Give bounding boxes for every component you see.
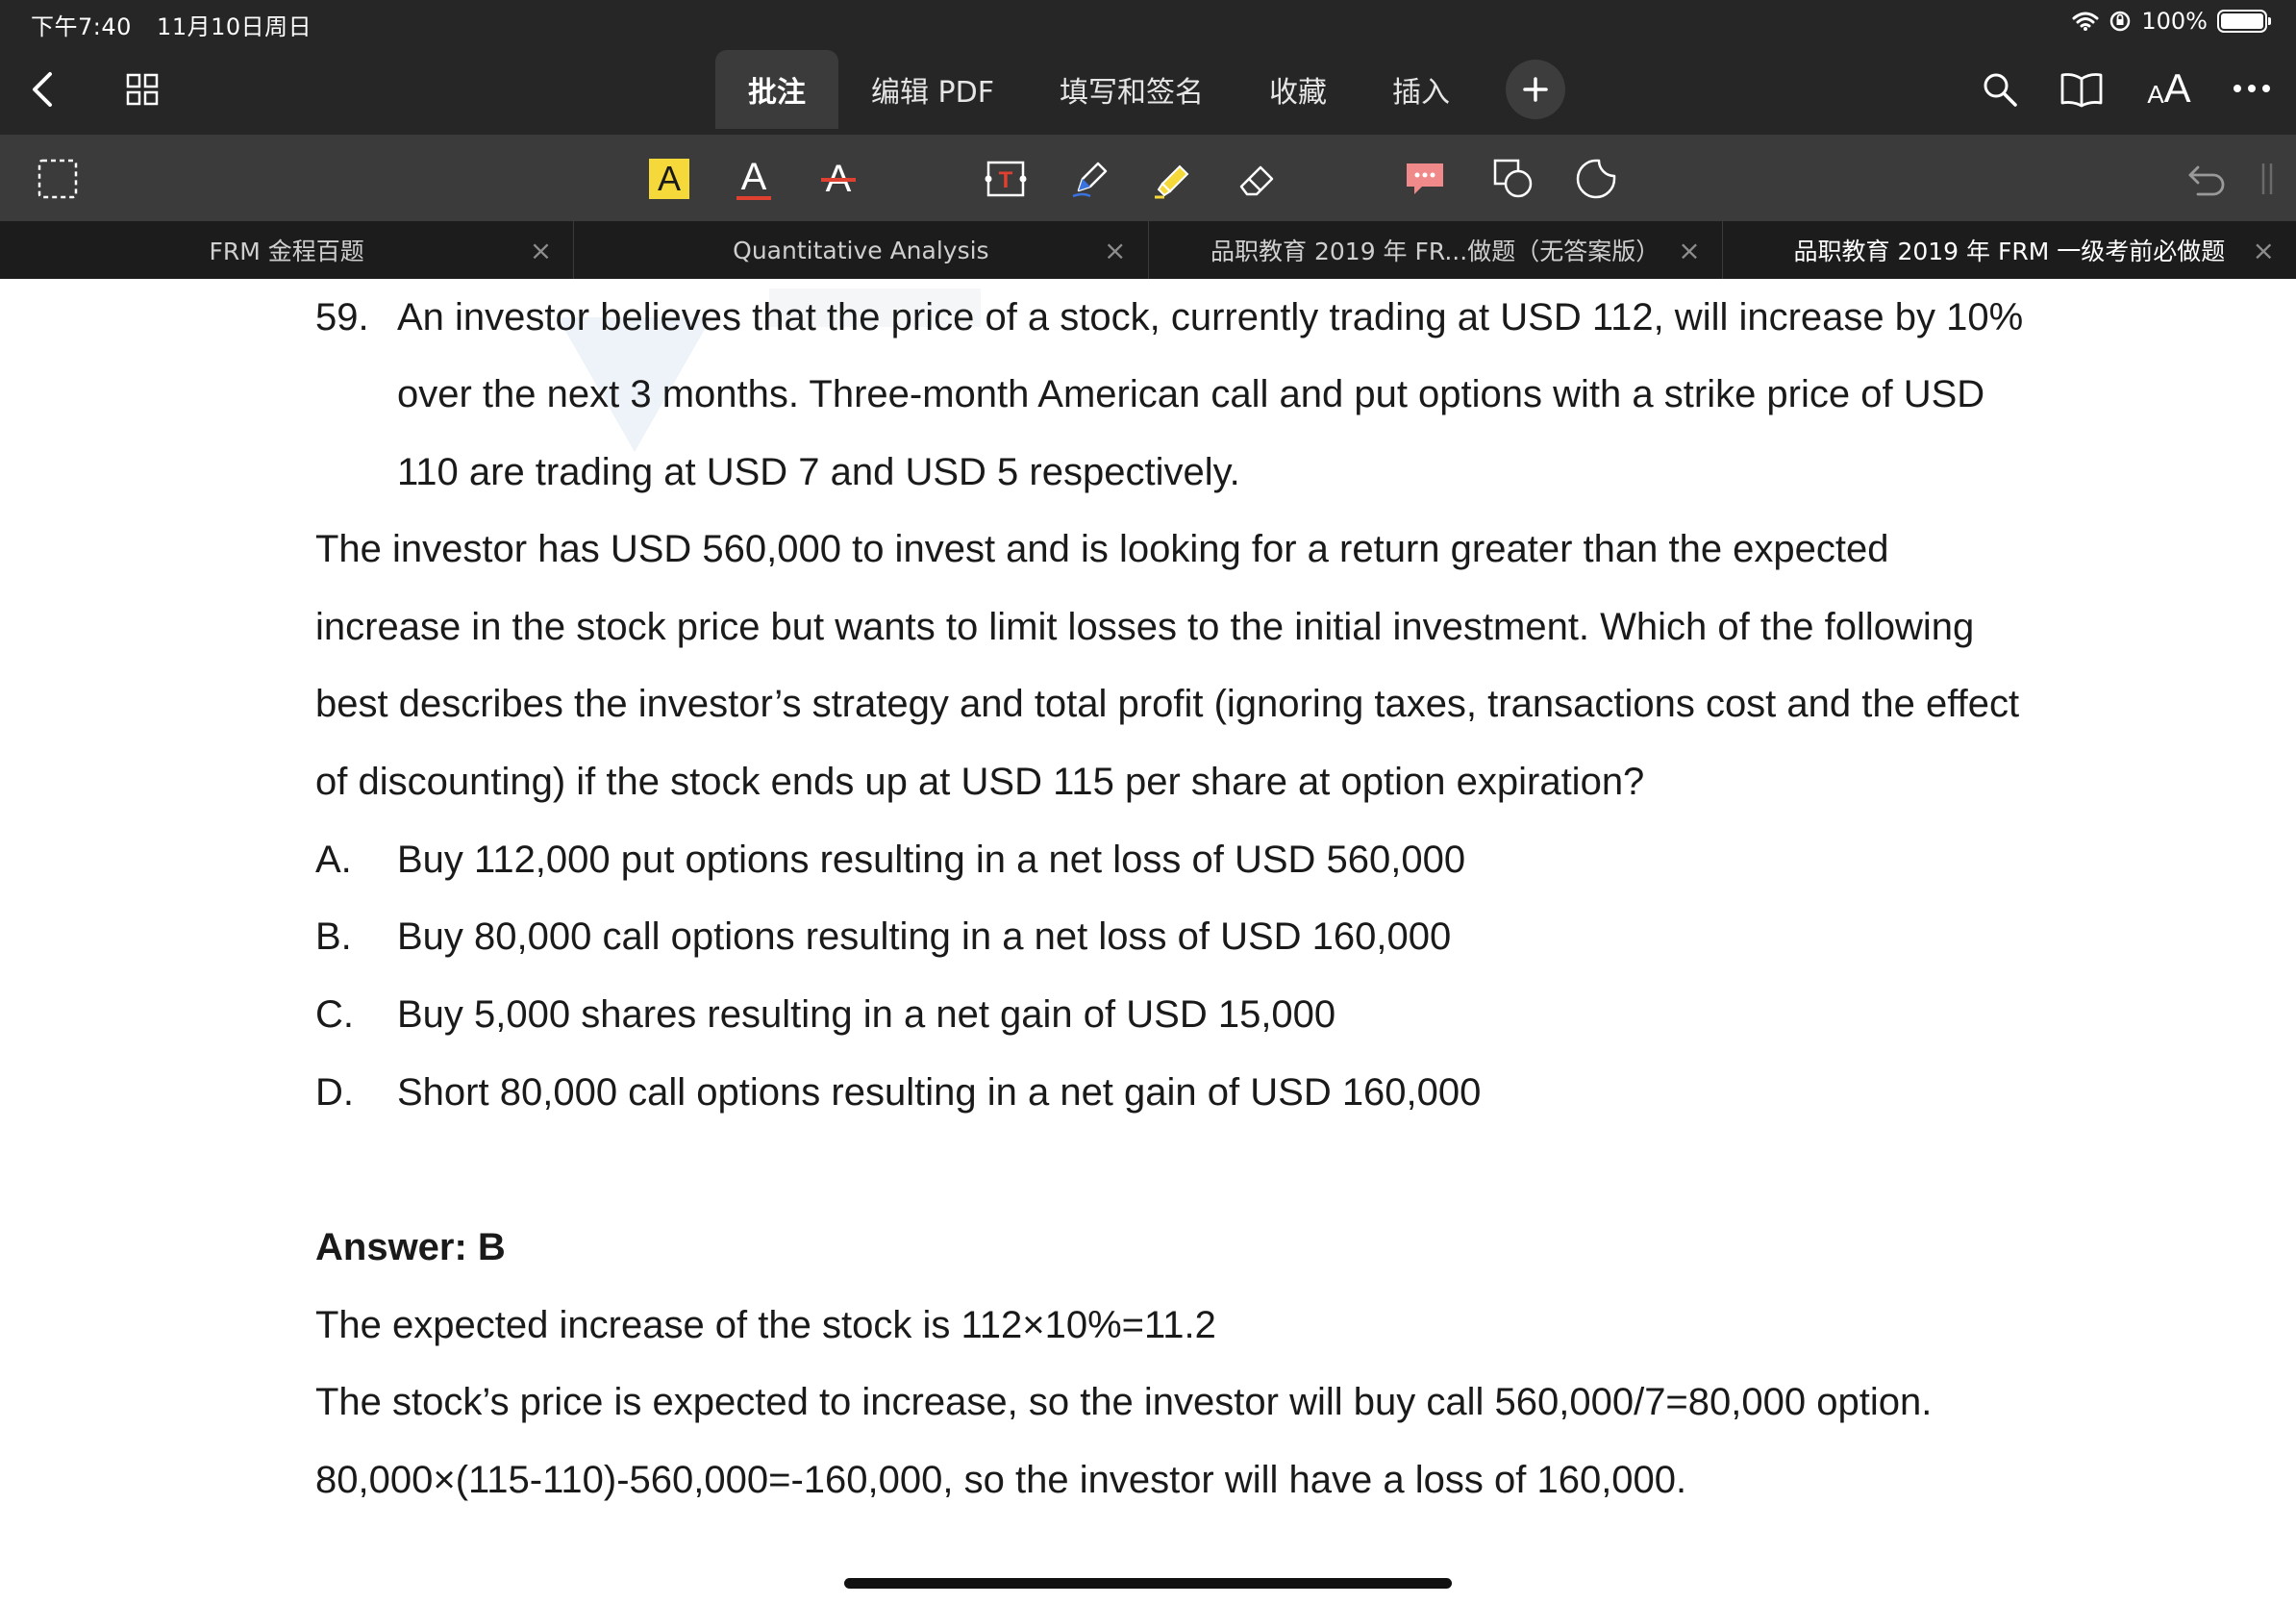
question-stem-line: An investor believes that the price of a…	[397, 296, 2024, 338]
answer-explanation-line: The expected increase of the stock is 11…	[315, 1304, 1216, 1346]
orientation-lock-icon	[2110, 11, 2131, 32]
document-tab-label: Quantitative Analysis	[733, 236, 989, 264]
highlighter-icon	[1155, 164, 1189, 199]
question-number: 59.	[315, 296, 369, 338]
close-icon[interactable]: ×	[2253, 235, 2275, 266]
highlight-icon: A	[649, 159, 689, 199]
more-icon[interactable]	[2229, 67, 2275, 110]
close-icon[interactable]: ×	[1104, 235, 1126, 266]
document-tab[interactable]: 品职教育 2019 年 FR...做题（无答案版） ×	[1149, 221, 1723, 279]
pen-icon	[1072, 162, 1108, 198]
tab-annotate[interactable]: 批注	[715, 50, 838, 129]
option-letter: D.	[315, 1071, 354, 1114]
option-letter: B.	[315, 915, 352, 958]
status-bar: 下午7:40 11月10日周日 100%	[0, 0, 2296, 44]
question-body-line: best describes the investor’s strategy a…	[315, 683, 2020, 725]
text-size-button[interactable]: AA	[2140, 60, 2198, 117]
plus-icon	[1523, 77, 1548, 102]
annotation-toolbar: A A A T	[0, 135, 2296, 221]
answer-explanation-line: The stock’s price is expected to increas…	[315, 1381, 1933, 1423]
question-stem-line: 110 are trading at USD 7 and USD 5 respe…	[397, 451, 1240, 493]
comment-tool[interactable]	[1398, 152, 1452, 206]
pdf-page[interactable]: 59. An investor believes that the price …	[0, 279, 2296, 1604]
thumbnails-grid-icon[interactable]	[121, 65, 163, 113]
status-time: 下午7:40	[31, 13, 132, 40]
home-indicator[interactable]	[844, 1578, 1452, 1589]
status-right: 100%	[2072, 8, 2271, 35]
option-text: Short 80,000 call options resulting in a…	[397, 1071, 1482, 1114]
selection-tool-icon[interactable]	[31, 152, 85, 206]
option-letter: A.	[315, 839, 352, 881]
highlighter-tool[interactable]	[1146, 152, 1200, 206]
status-date: 11月10日周日	[157, 13, 312, 40]
shape-tool[interactable]	[1486, 152, 1540, 206]
answer-label: Answer: B	[315, 1226, 506, 1268]
tab-favorites[interactable]: 收藏	[1236, 50, 1360, 129]
option-text: Buy 112,000 put options resulting in a n…	[397, 839, 1466, 881]
svg-text:T: T	[999, 167, 1013, 193]
document-tab-label: 品职教育 2019 年 FR...做题（无答案版）	[1210, 238, 1660, 265]
document-tab[interactable]: Quantitative Analysis ×	[574, 221, 1149, 279]
document-tab-active[interactable]: 品职教育 2019 年 FRM 一级考前必做题 ×	[1723, 221, 2296, 279]
sticker-icon	[1576, 159, 1616, 199]
comment-icon	[1407, 163, 1443, 194]
undo-icon[interactable]	[2181, 152, 2234, 206]
option-letter: C.	[315, 993, 354, 1036]
underline-icon: A	[740, 156, 767, 198]
question-stem-line: over the next 3 months. Three-month Amer…	[397, 373, 1985, 415]
mode-tabs: 批注 编辑 PDF 填写和签名 收藏 插入	[715, 50, 1483, 129]
close-icon[interactable]: ×	[530, 235, 552, 266]
search-icon[interactable]	[1975, 63, 2025, 115]
option-text: Buy 80,000 call options resulting in a n…	[397, 915, 1452, 958]
back-icon[interactable]	[23, 63, 62, 115]
question-body-line: increase in the stock price but wants to…	[315, 606, 1975, 648]
top-nav-bar: 批注 编辑 PDF 填写和签名 收藏 插入 AA	[0, 44, 2296, 135]
close-icon[interactable]: ×	[1678, 235, 1700, 266]
document-tab[interactable]: FRM 金程百题 ×	[0, 221, 575, 279]
option-text: Buy 5,000 shares resulting in a net gain…	[397, 993, 1336, 1036]
tab-insert[interactable]: 插入	[1360, 50, 1483, 129]
question-body-line: The investor has USD 560,000 to invest a…	[315, 528, 1889, 570]
document-tab-label: 品职教育 2019 年 FRM 一级考前必做题	[1793, 238, 2226, 265]
sticker-tool[interactable]	[1569, 152, 1623, 206]
shapes-icon	[1493, 159, 1533, 198]
wifi-icon	[2072, 12, 2099, 31]
textbox-tool[interactable]: T	[979, 152, 1033, 206]
document-tab-label: FRM 金程百题	[209, 238, 364, 265]
answer-explanation-line: 80,000×(115-110)-560,000=-160,000, so th…	[315, 1459, 1687, 1501]
pen-tool[interactable]	[1063, 152, 1117, 206]
strikethrough-text-tool[interactable]: A	[811, 152, 865, 206]
text-size-icon: A	[2147, 79, 2164, 109]
document-tabs: FRM 金程百题 × Quantitative Analysis × 品职教育 …	[0, 221, 2296, 279]
highlight-text-tool[interactable]: A	[642, 152, 696, 206]
battery-icon	[2217, 10, 2271, 33]
tab-fill-sign[interactable]: 填写和签名	[1027, 50, 1236, 129]
book-view-icon[interactable]	[2056, 63, 2108, 115]
status-left: 下午7:40 11月10日周日	[31, 8, 329, 41]
toolbar-handle-icon[interactable]	[2250, 152, 2284, 206]
add-button[interactable]	[1506, 60, 1565, 119]
eraser-tool[interactable]	[1231, 152, 1285, 206]
eraser-icon	[1239, 165, 1274, 196]
tab-edit-pdf[interactable]: 编辑 PDF	[838, 50, 1027, 129]
battery-percent: 100%	[2141, 8, 2208, 35]
underline-text-tool[interactable]: A	[727, 152, 781, 206]
textbox-icon: T	[985, 161, 1027, 197]
question-body-line: of discounting) if the stock ends up at …	[315, 761, 1645, 803]
